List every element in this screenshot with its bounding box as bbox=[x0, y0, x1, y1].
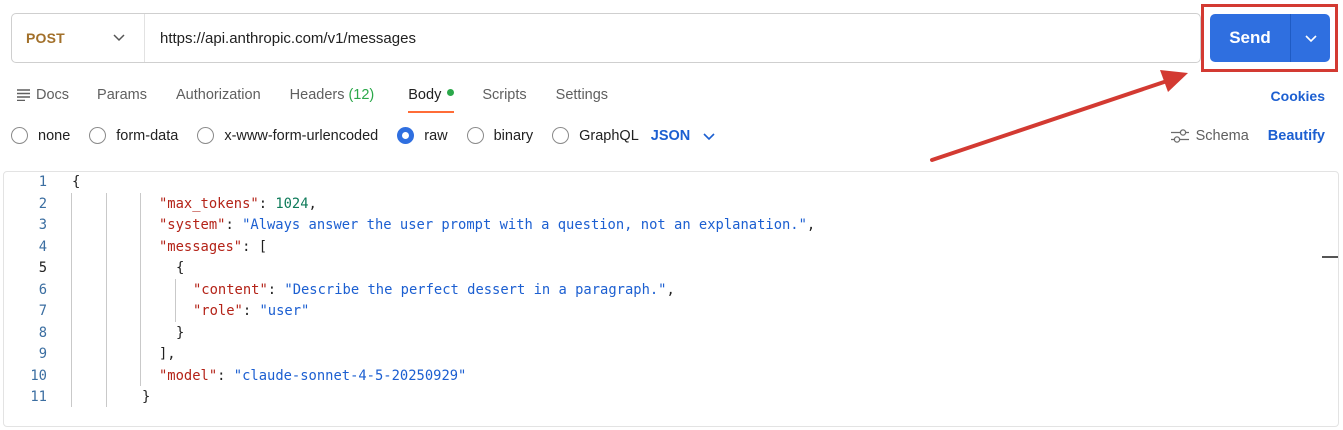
radio-button[interactable] bbox=[89, 127, 107, 144]
radio-button-selected[interactable] bbox=[397, 127, 415, 144]
body-modified-dot bbox=[447, 88, 455, 96]
request-tabs: Docs Params Authorization Headers (12) B… bbox=[17, 84, 608, 113]
code-editor[interactable]: 1 { 2 "max_tokens": 1024, 3 "system": "A… bbox=[3, 171, 1339, 427]
schema-label: Schema bbox=[1195, 128, 1249, 144]
code-text: "model": "claude-sonnet-4-5-20250929" bbox=[159, 367, 467, 384]
code-text: { bbox=[72, 174, 81, 190]
body-type-selector: none form-data x-www-form-urlencoded raw… bbox=[11, 127, 716, 144]
indent-guide bbox=[175, 279, 176, 322]
tab-scripts[interactable]: Scripts bbox=[482, 84, 526, 106]
annotation-highlight-box bbox=[1201, 4, 1338, 72]
radio-label: GraphQL bbox=[579, 127, 639, 144]
chevron-down-icon bbox=[113, 34, 125, 42]
radio-label: raw bbox=[424, 127, 448, 144]
method-select[interactable]: POST bbox=[12, 14, 145, 62]
code-text: "messages": [ bbox=[159, 238, 267, 255]
code-text: "max_tokens": 1024, bbox=[159, 195, 317, 212]
code-text: "role": "user" bbox=[193, 303, 310, 319]
line-number: 9 bbox=[38, 346, 47, 362]
tab-params[interactable]: Params bbox=[97, 84, 147, 106]
tab-label: Authorization bbox=[176, 87, 261, 103]
tab-label: Settings bbox=[555, 87, 609, 103]
radio-label: x-www-form-urlencoded bbox=[224, 127, 379, 144]
radio-button[interactable] bbox=[552, 127, 570, 144]
format-label: JSON bbox=[650, 127, 691, 144]
line-number: 11 bbox=[30, 389, 47, 405]
body-type-urlencoded[interactable]: x-www-form-urlencoded bbox=[197, 127, 378, 144]
line-number: 10 bbox=[30, 367, 47, 384]
line-number: 3 bbox=[38, 217, 47, 233]
code-text: "content": "Describe the perfect dessert… bbox=[193, 281, 675, 298]
tab-docs[interactable]: Docs bbox=[17, 84, 69, 106]
line-number: 1 bbox=[38, 174, 47, 190]
code-text: "system": "Always answer the user prompt… bbox=[159, 217, 816, 233]
body-type-graphql[interactable]: GraphQL bbox=[552, 127, 639, 144]
beautify-button[interactable]: Beautify bbox=[1268, 128, 1325, 144]
indent-guide bbox=[140, 193, 141, 386]
code-text: ], bbox=[159, 346, 176, 362]
body-type-binary[interactable]: binary bbox=[466, 127, 534, 144]
sliders-icon bbox=[1170, 129, 1189, 143]
tab-body[interactable]: Body bbox=[408, 84, 455, 113]
format-select[interactable]: JSON bbox=[651, 128, 717, 144]
chevron-down-icon bbox=[703, 132, 715, 140]
tab-label: Docs bbox=[36, 87, 70, 103]
radio-label: form-data bbox=[116, 127, 179, 144]
radio-button[interactable] bbox=[466, 127, 484, 144]
cookies-link[interactable]: Cookies bbox=[1271, 88, 1325, 104]
docs-icon bbox=[17, 89, 30, 101]
line-number: 6 bbox=[38, 281, 47, 298]
line-number-current: 5 bbox=[38, 260, 47, 276]
line-number: 8 bbox=[38, 324, 47, 341]
tab-label: Body bbox=[408, 87, 442, 103]
code-text: } bbox=[142, 389, 151, 405]
tab-authorization[interactable]: Authorization bbox=[176, 84, 261, 106]
code-text: } bbox=[176, 324, 185, 341]
radio-label: none bbox=[38, 127, 71, 144]
tab-label: Headers bbox=[289, 87, 345, 103]
editor-tools: Schema Beautify bbox=[1170, 128, 1325, 144]
url-input[interactable]: https://api.anthropic.com/v1/messages bbox=[145, 30, 416, 47]
request-url-bar: POST https://api.anthropic.com/v1/messag… bbox=[11, 13, 1201, 63]
indent-guide bbox=[106, 193, 107, 407]
body-type-none[interactable]: none bbox=[11, 127, 70, 144]
line-number: 2 bbox=[38, 195, 47, 212]
body-type-form-data[interactable]: form-data bbox=[89, 127, 178, 144]
radio-button[interactable] bbox=[11, 127, 28, 144]
scrollbar-marker[interactable] bbox=[1322, 256, 1338, 258]
headers-count-badge: (12) bbox=[348, 87, 375, 103]
tab-settings[interactable]: Settings bbox=[556, 84, 608, 106]
tab-headers[interactable]: Headers (12) bbox=[290, 84, 375, 106]
line-number: 7 bbox=[38, 303, 47, 319]
tab-label: Params bbox=[97, 87, 148, 103]
tab-label: Scripts bbox=[482, 87, 527, 103]
schema-button[interactable]: Schema bbox=[1170, 128, 1249, 144]
radio-button[interactable] bbox=[197, 127, 215, 144]
code-text: { bbox=[176, 260, 185, 276]
body-type-raw[interactable]: raw bbox=[397, 127, 448, 144]
indent-guide bbox=[71, 193, 72, 407]
line-number: 4 bbox=[38, 238, 47, 255]
radio-label: binary bbox=[493, 127, 534, 144]
method-label: POST bbox=[26, 30, 65, 46]
